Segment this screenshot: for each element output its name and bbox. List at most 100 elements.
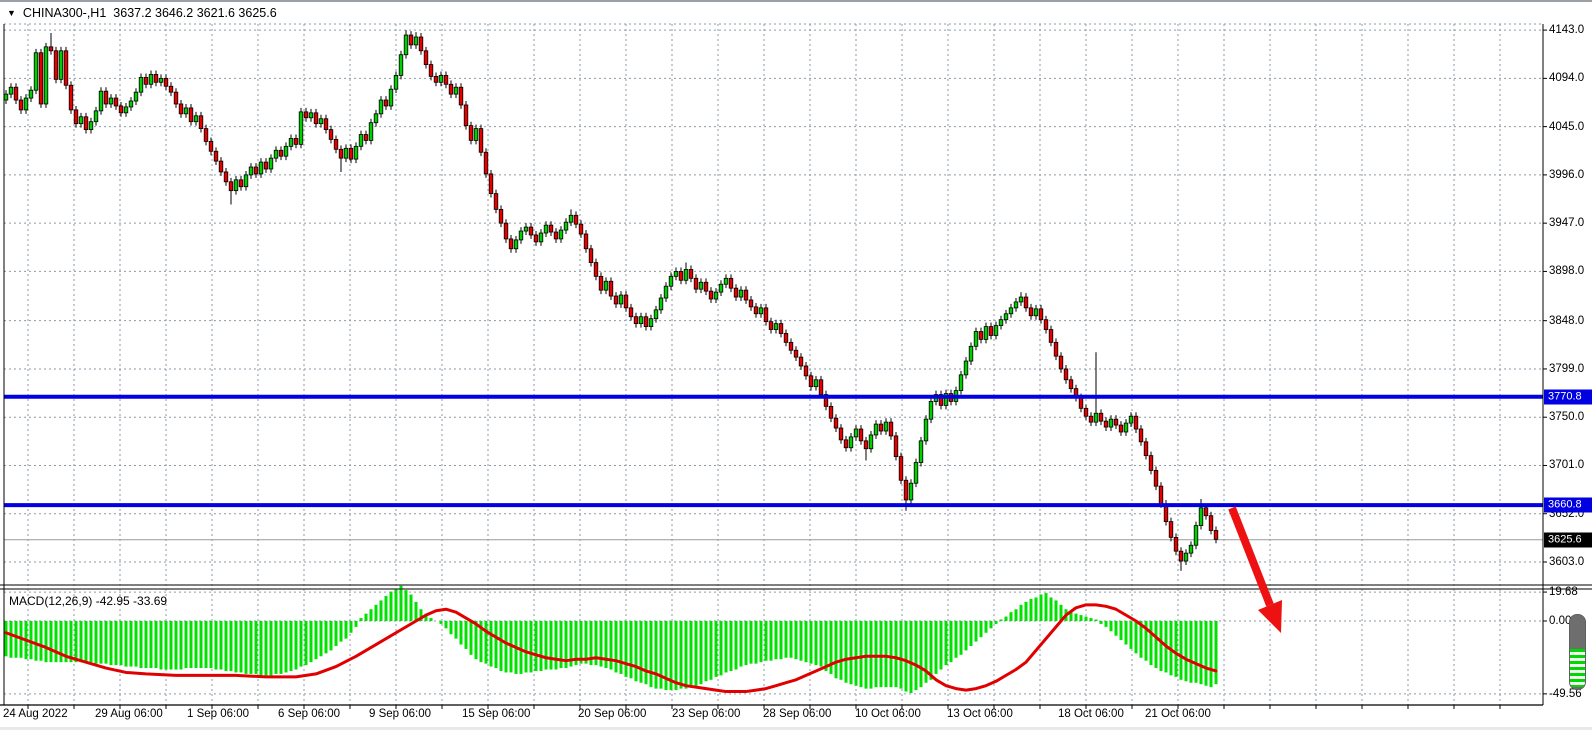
macd-histogram-bar [900, 621, 903, 689]
candle-body [814, 380, 818, 387]
candle-body [784, 333, 788, 342]
candle-body [109, 98, 113, 104]
macd-histogram-bar [350, 621, 353, 633]
candle-body [569, 215, 573, 222]
trend-arrow-shaft[interactable] [1232, 508, 1270, 605]
macd-histogram-bar [630, 621, 633, 678]
macd-histogram-bar [905, 621, 908, 692]
candle-body [1034, 309, 1038, 316]
macd-histogram-bar [55, 621, 58, 662]
macd-histogram-bar [1095, 620, 1098, 621]
macd-histogram-bar [160, 621, 163, 670]
candle-body [359, 135, 363, 147]
x-axis-label: 6 Sep 06:00 [278, 708, 340, 720]
macd-histogram-bar [15, 621, 18, 658]
macd-histogram-bar [840, 621, 843, 680]
candle-body [1139, 429, 1143, 442]
macd-histogram-bar [1035, 597, 1038, 621]
y-axis-label: 3799.0 [1549, 363, 1584, 375]
candle-body [434, 76, 438, 82]
candle-body [69, 85, 73, 110]
macd-histogram-bar [95, 621, 98, 664]
candle-body [704, 282, 708, 291]
candle-body [389, 89, 393, 106]
candle-body [644, 317, 648, 327]
macd-histogram-bar [370, 609, 373, 621]
macd-histogram-bar [110, 621, 113, 665]
macd-histogram-bar [355, 621, 358, 627]
macd-histogram-bar [645, 621, 648, 684]
candle-body [509, 239, 513, 249]
macd-histogram-bar [1085, 617, 1088, 621]
macd-histogram-bar [450, 621, 453, 634]
macd-histogram-bar [205, 621, 208, 668]
macd-histogram-bar [115, 621, 118, 665]
macd-histogram-bar [265, 621, 268, 675]
candle-body [829, 406, 833, 418]
candle-body [889, 422, 893, 436]
candle-body [854, 429, 858, 437]
candle-body [99, 91, 103, 111]
candle-body [304, 112, 308, 118]
candle-body [249, 167, 253, 175]
candle-body [504, 223, 508, 239]
candle-body [299, 112, 303, 145]
macd-histogram-bar [1155, 621, 1158, 668]
chart-title: CHINA300-,H1 [23, 6, 106, 20]
candle-body [629, 308, 633, 317]
candle-body [589, 249, 593, 263]
candle-body [1059, 356, 1063, 369]
candle-body [594, 263, 598, 277]
price-chart-canvas[interactable] [0, 2, 1592, 730]
macd-histogram-bar [960, 621, 963, 655]
candle-body [1084, 408, 1088, 416]
candle-body [394, 75, 398, 89]
candle-body [1024, 297, 1028, 308]
candle-body [284, 146, 288, 156]
candle-body [844, 440, 848, 448]
macd-histogram-bar [1185, 621, 1188, 681]
candle-body [864, 441, 868, 449]
x-axis-label: 9 Sep 06:00 [369, 708, 431, 720]
macd-histogram-bar [475, 621, 478, 659]
scroll-thumb-widget[interactable] [1569, 614, 1586, 690]
macd-histogram-bar [330, 621, 333, 650]
candle-body [674, 271, 678, 276]
macd-histogram-bar [845, 621, 848, 683]
candle-body [419, 37, 423, 51]
candle-body [354, 146, 358, 159]
macd-histogram-bar [945, 621, 948, 665]
macd-histogram-bar [1160, 621, 1163, 671]
candle-body [309, 113, 313, 118]
candle-body [559, 230, 563, 239]
macd-histogram-bar [415, 602, 418, 621]
y-axis-label: 4143.0 [1549, 24, 1584, 36]
candle-body [199, 116, 203, 129]
macd-histogram-bar [625, 621, 628, 677]
macd-histogram-bar [910, 621, 913, 693]
candle-body [689, 269, 693, 278]
candle-body [194, 116, 198, 122]
candle-body [404, 35, 408, 55]
x-axis-label: 10 Oct 06:00 [855, 708, 921, 720]
chart-header: ▼ CHINA300-,H1 3637.2 3646.2 3621.6 3625… [7, 6, 277, 20]
macd-histogram-bar [855, 621, 858, 686]
candle-body [1124, 423, 1128, 432]
x-axis-label: 21 Oct 06:00 [1145, 708, 1211, 720]
macd-histogram-bar [965, 621, 968, 650]
candle-body [869, 435, 873, 449]
candle-body [969, 346, 973, 361]
macd-histogram-bar [1110, 621, 1113, 631]
symbol-dropdown-icon[interactable]: ▼ [7, 7, 16, 19]
candle-body [134, 92, 138, 101]
candle-body [694, 278, 698, 289]
macd-histogram-bar [345, 621, 348, 639]
candle-body [654, 310, 658, 319]
macd-histogram-bar [705, 621, 708, 681]
macd-histogram-bar [550, 621, 553, 670]
scroll-thumb-stripes [1570, 649, 1585, 687]
macd-histogram-bar [765, 621, 768, 661]
macd-histogram-bar [135, 621, 138, 667]
candle-body [1054, 342, 1058, 356]
macd-histogram-bar [85, 621, 88, 662]
